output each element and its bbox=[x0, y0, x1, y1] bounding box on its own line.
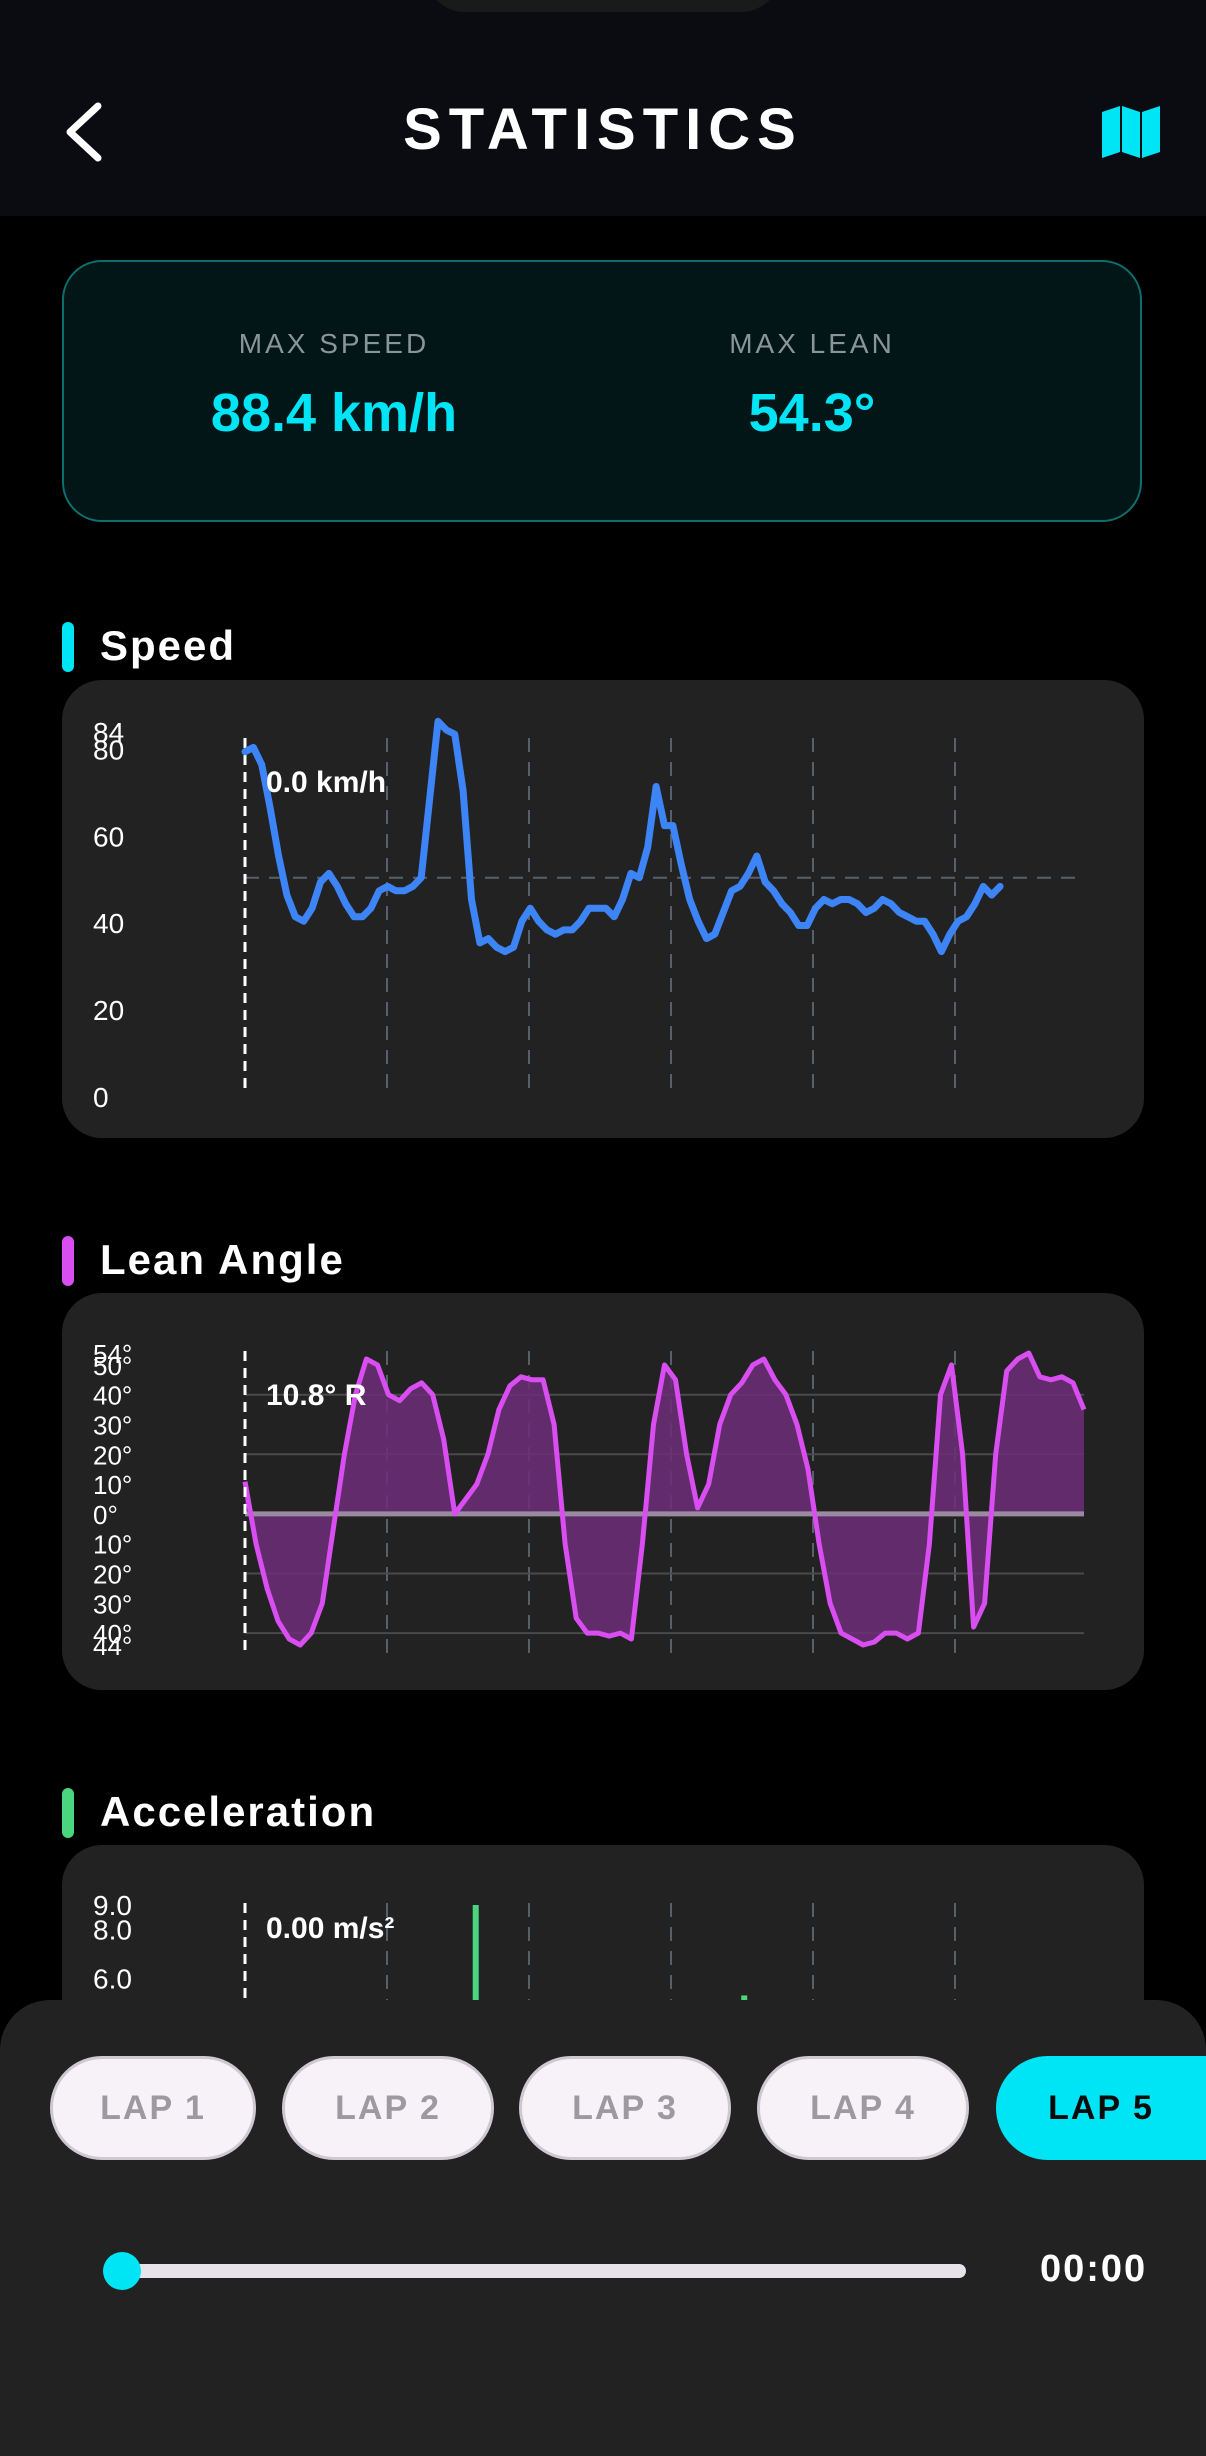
speed-series-line bbox=[241, 717, 1004, 956]
max-speed-value: 88.4 km/h bbox=[210, 383, 458, 443]
speed-readout: 0.0 km/h bbox=[266, 766, 386, 799]
accel-section-title: Acceleration bbox=[100, 1788, 377, 1835]
lean-chart: 54°50°40°30°20°10°0°10°20°30°40°44°10.8°… bbox=[93, 1339, 1087, 1661]
top-bar: STATISTICS bbox=[0, 0, 1206, 216]
page-title: STATISTICS bbox=[403, 97, 803, 162]
accel-tick-label-1: 8.0 bbox=[93, 1914, 132, 1945]
accel-readout: 0.00 m/s² bbox=[266, 1912, 394, 1945]
summary-card: MAX SPEED 88.4 km/h MAX LEAN 54.3° bbox=[62, 260, 1142, 522]
speed-tick-label-1: 80 bbox=[93, 734, 124, 765]
lean-tick-label-8: 20° bbox=[93, 1559, 132, 1589]
playback-time: 00:00 bbox=[1040, 2248, 1148, 2290]
map-button[interactable] bbox=[1100, 104, 1162, 160]
lean-tick-label-7: 10° bbox=[93, 1530, 132, 1560]
lap-control-sheet: LAP 1 LAP 2 LAP 3 LAP 4 LAP 5 00:00 bbox=[0, 2000, 1206, 2456]
lean-readout: 10.8° R bbox=[266, 1379, 367, 1412]
accel-section-marker bbox=[62, 1788, 74, 1838]
max-lean-label: MAX LEAN bbox=[729, 328, 895, 359]
lean-tick-label-2: 40° bbox=[93, 1381, 132, 1411]
lean-tick-label-5: 10° bbox=[93, 1470, 132, 1500]
lean-tick-label-4: 20° bbox=[93, 1440, 132, 1470]
lap-1-button[interactable]: LAP 1 bbox=[50, 2056, 256, 2160]
max-lean-value: 54.3° bbox=[748, 383, 876, 443]
lean-chart-card[interactable]: 54° 50° 40° 30° 20° 10° 0° 10° 20° 30° 40° 44° 10.8°… bbox=[62, 1293, 1144, 1690]
max-speed-label: MAX SPEED bbox=[238, 328, 430, 359]
lap-5-label: LAP 5 bbox=[1048, 2088, 1154, 2127]
max-lean-stat: MAX LEAN 54.3° bbox=[542, 262, 1082, 444]
speed-section-title: Speed bbox=[100, 622, 237, 669]
speed-tick-label-4: 20 bbox=[93, 995, 124, 1026]
lean-tick-label-6: 0° bbox=[93, 1500, 118, 1530]
max-speed-stat: MAX SPEED 88.4 km/h bbox=[64, 262, 604, 444]
playback-thumb[interactable] bbox=[103, 2252, 141, 2290]
lap-2-button[interactable]: LAP 2 bbox=[282, 2056, 494, 2160]
accel-tick-label-2: 6.0 bbox=[93, 1963, 132, 1994]
lap-3-button[interactable]: LAP 3 bbox=[519, 2056, 731, 2160]
lap-4-button[interactable]: LAP 4 bbox=[757, 2056, 969, 2160]
lap-1-label: LAP 1 bbox=[100, 2088, 206, 2127]
lap-4-label: LAP 4 bbox=[810, 2088, 916, 2127]
speed-chart-card[interactable]: 84 80 60 40 20 0 0.0 km/h bbox=[62, 680, 1144, 1138]
lean-tick-label-9: 30° bbox=[93, 1589, 132, 1619]
lean-tick-label-11: 44° bbox=[93, 1631, 132, 1661]
speed-tick-label-5: 0 bbox=[93, 1082, 109, 1113]
lap-2-label: LAP 2 bbox=[335, 2088, 441, 2127]
speed-chart: 848060402000.0 km/h bbox=[93, 717, 1084, 1113]
lean-tick-label-1: 50° bbox=[93, 1351, 132, 1381]
lean-tick-label-3: 30° bbox=[93, 1411, 132, 1441]
lap-5-button[interactable]: LAP 5 bbox=[996, 2056, 1206, 2160]
speed-tick-label-2: 60 bbox=[93, 821, 124, 852]
lean-section-title: Lean Angle bbox=[100, 1236, 345, 1283]
lean-section-marker bbox=[62, 1236, 74, 1286]
map-icon bbox=[1102, 106, 1160, 158]
speed-tick-label-3: 40 bbox=[93, 908, 124, 939]
speed-section-marker bbox=[62, 622, 74, 672]
playback-track[interactable] bbox=[120, 2264, 966, 2278]
device-notch bbox=[425, 0, 781, 12]
lean-area-fill bbox=[245, 1353, 1084, 1645]
lap-3-label: LAP 3 bbox=[572, 2088, 678, 2127]
